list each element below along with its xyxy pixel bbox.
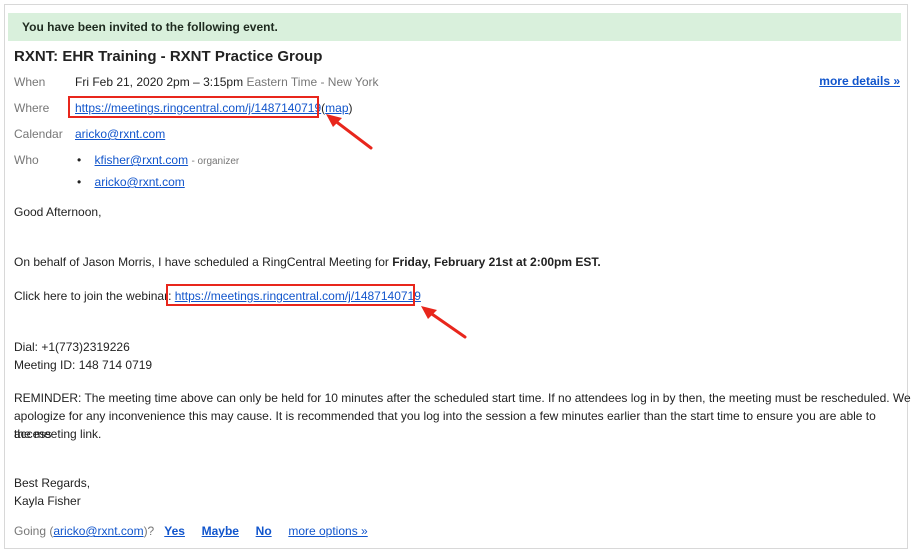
rsvp-yes-button[interactable]: Yes bbox=[164, 524, 185, 538]
greeting-text: Good Afternoon, bbox=[14, 205, 102, 219]
reminder-line: the meeting link. bbox=[14, 427, 102, 441]
where-label: Where bbox=[14, 101, 50, 115]
bullet-dot: • bbox=[77, 175, 82, 189]
when-label: When bbox=[14, 75, 46, 89]
join-arrow-annotation bbox=[421, 306, 467, 339]
rsvp-bar: Going (aricko@rxnt.com)? Yes Maybe No mo… bbox=[14, 524, 368, 538]
rsvp-no-button[interactable]: No bbox=[256, 524, 272, 538]
going-prefix: Going ( bbox=[14, 524, 54, 538]
more-options-link[interactable]: more options » bbox=[288, 524, 367, 538]
who-label: Who bbox=[14, 153, 39, 167]
attendee-email-link[interactable]: kfisher@rxnt.com bbox=[95, 153, 189, 167]
invitation-banner: You have been invited to the following e… bbox=[8, 13, 901, 41]
intro-text: On behalf of Jason Morris, I have schedu… bbox=[14, 255, 393, 269]
calendar-label: Calendar bbox=[14, 127, 63, 141]
rsvp-maybe-button[interactable]: Maybe bbox=[202, 524, 239, 538]
join-text: Click here to join the webinar: bbox=[14, 289, 175, 303]
when-datetime: Fri Feb 21, 2020 2pm – 3:15pm bbox=[75, 75, 244, 89]
when-timezone: Eastern Time - New York bbox=[246, 75, 379, 89]
rsvp-email-link[interactable]: aricko@rxnt.com bbox=[53, 524, 143, 538]
bullet-dot: • bbox=[77, 153, 82, 167]
when-value: Fri Feb 21, 2020 2pm – 3:15pm Eastern Ti… bbox=[75, 75, 379, 89]
more-details-link[interactable]: more details » bbox=[819, 74, 900, 88]
reminder-line: REMINDER: The meeting time above can onl… bbox=[14, 391, 911, 405]
reminder-line: apologize for any inconvenience this may… bbox=[14, 409, 876, 441]
where-link-highlight-box bbox=[68, 96, 319, 118]
signature-text: Kayla Fisher bbox=[14, 494, 81, 508]
attendee-role: - organizer bbox=[191, 156, 240, 167]
intro-paragraph: On behalf of Jason Morris, I have schedu… bbox=[14, 253, 601, 271]
where-arrow-annotation bbox=[326, 114, 373, 150]
intro-datetime-bold: Friday, February 21st at 2:00pm EST. bbox=[392, 255, 601, 269]
calendar-email-link[interactable]: aricko@rxnt.com bbox=[75, 127, 165, 141]
attendee-email-link[interactable]: aricko@rxnt.com bbox=[95, 175, 185, 189]
join-link-highlight-box bbox=[166, 284, 415, 306]
attendee-item: • kfisher@rxnt.com - organizer bbox=[77, 153, 239, 167]
event-title: RXNT: EHR Training - RXNT Practice Group bbox=[14, 48, 323, 65]
attendee-item: • aricko@rxnt.com bbox=[77, 175, 185, 189]
meeting-id-text: Meeting ID: 148 714 0719 bbox=[14, 358, 153, 372]
going-suffix: )? bbox=[143, 524, 155, 538]
regards-text: Best Regards, bbox=[14, 476, 91, 490]
dial-text: Dial: +1(773)2319226 bbox=[14, 340, 130, 354]
